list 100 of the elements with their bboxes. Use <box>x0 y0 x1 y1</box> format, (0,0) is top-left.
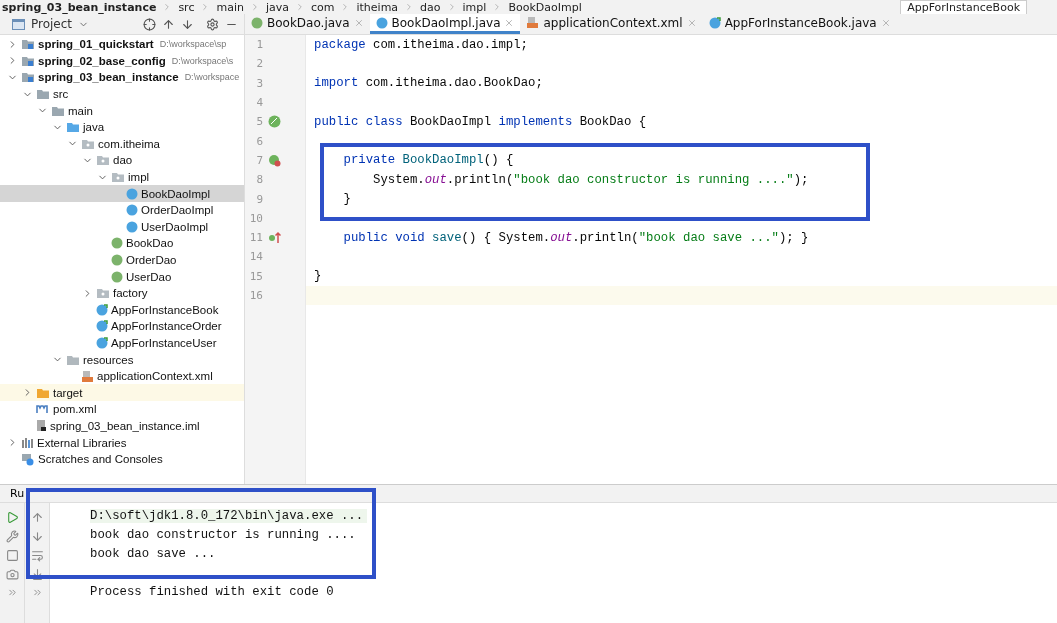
package-icon <box>81 137 95 150</box>
breadcrumb-item[interactable]: impl <box>462 0 487 14</box>
soft-wrap-icon[interactable] <box>30 549 44 562</box>
class-icon <box>375 16 388 29</box>
tree-item[interactable]: src <box>0 85 244 103</box>
line-number: 11 <box>248 231 263 245</box>
package-icon <box>96 287 110 300</box>
tree-item[interactable]: com.itheima <box>0 135 244 153</box>
override-icon[interactable] <box>267 231 281 245</box>
breadcrumb-item[interactable]: java <box>265 0 289 14</box>
play-icon[interactable] <box>5 511 19 524</box>
line-number: 8 <box>255 173 263 187</box>
folder-icon <box>66 121 80 134</box>
tree-item[interactable]: spring_01_quickstart D:\workspace\sp <box>0 36 244 53</box>
tree-item[interactable]: target <box>0 384 244 402</box>
tree-item[interactable]: External Libraries <box>0 434 244 451</box>
package-icon <box>111 171 125 184</box>
editor-tab[interactable]: applicationContext.xml <box>520 14 703 34</box>
tree-item[interactable]: OrderDaoImpl <box>0 201 244 219</box>
breadcrumb-item[interactable]: src <box>178 0 195 14</box>
line-number: 15 <box>248 269 263 283</box>
file-icon <box>36 419 47 433</box>
runnable-class-icon <box>708 16 721 29</box>
library-icon <box>21 436 34 449</box>
expand-all-icon[interactable] <box>162 17 175 31</box>
xml-file-icon <box>526 16 540 29</box>
breadcrumb-item[interactable]: dao <box>420 0 441 14</box>
close-icon[interactable] <box>504 17 515 28</box>
editor-tab[interactable]: BookDaoImpl.java <box>369 14 521 34</box>
editor-tab[interactable]: AppForInstanceBook.java <box>702 14 897 34</box>
settings-icon[interactable] <box>206 17 219 31</box>
implements-icon[interactable] <box>267 115 281 129</box>
line-number: 1 <box>255 38 263 52</box>
tree-item[interactable]: spring_02_base_config D:\workspace\s <box>0 52 244 70</box>
runnable-class-icon <box>96 320 108 333</box>
tree-item[interactable]: UserDaoImpl <box>0 218 244 236</box>
tree-item[interactable]: AppForInstanceOrder <box>0 318 244 335</box>
tree-item[interactable]: Scratches and Consoles <box>0 450 244 468</box>
locate-icon[interactable] <box>143 17 156 31</box>
stop-icon[interactable] <box>5 549 19 562</box>
breadcrumb-item[interactable]: com <box>311 0 335 14</box>
xml-file-icon <box>81 369 94 383</box>
package-icon <box>96 154 110 167</box>
project-panel-title[interactable]: Project <box>31 17 73 31</box>
tree-item[interactable]: main <box>0 102 244 119</box>
class-icon <box>126 187 138 200</box>
tree-item[interactable]: spring_03_bean_instance.iml <box>0 417 244 435</box>
tree-item[interactable]: BookDaoImpl <box>0 185 244 202</box>
wrench-icon[interactable] <box>5 530 19 543</box>
editor-tab[interactable]: BookDao.java <box>245 14 370 34</box>
close-icon[interactable] <box>880 17 891 28</box>
breadcrumb-item[interactable]: itheima <box>356 0 399 14</box>
scratches-icon <box>21 452 35 466</box>
run-configuration-dropdown[interactable]: AppForInstanceBook <box>900 0 1027 14</box>
folder-icon <box>36 386 50 399</box>
breadcrumb-item[interactable]: spring_03_bean_instance <box>2 0 157 14</box>
line-number: 10 <box>248 211 263 225</box>
tree-item[interactable]: UserDao <box>0 268 244 285</box>
breadcrumb-item[interactable]: main <box>216 0 244 14</box>
close-icon[interactable] <box>686 17 697 28</box>
console-line: Process finished with exit code 0 <box>90 585 335 600</box>
code-line: import com.itheima.dao.BookDao; <box>314 76 543 91</box>
line-number: 16 <box>248 289 263 302</box>
more-icon[interactable] <box>31 587 43 598</box>
more-icon[interactable] <box>6 587 18 598</box>
tree-item[interactable]: pom.xml <box>0 401 244 418</box>
line-number: 4 <box>255 96 263 110</box>
line-number: 14 <box>248 250 263 264</box>
runnable-class-icon <box>96 303 108 316</box>
tree-item[interactable]: spring_03_bean_instance D:\workspace <box>0 69 244 86</box>
code-line: } <box>342 192 351 206</box>
path-hint: D:\workspace <box>184 72 240 83</box>
tree-item[interactable]: OrderDao <box>0 251 244 269</box>
module-icon <box>21 71 35 84</box>
scroll-to-end-icon[interactable] <box>30 568 44 581</box>
path-hint: D:\workspace\s <box>171 55 234 66</box>
collapse-all-icon[interactable] <box>181 17 194 31</box>
folder-icon <box>66 353 80 366</box>
class-icon <box>126 220 138 233</box>
arrow-up-icon[interactable] <box>30 511 44 524</box>
module-icon <box>21 54 35 67</box>
method-icon[interactable] <box>267 153 281 167</box>
breadcrumb-item[interactable]: BookDaoImpl <box>508 0 582 14</box>
code-line: public class BookDaoImpl implements BookDao { <box>314 114 647 129</box>
run-panel-label: Ru <box>10 487 25 500</box>
close-icon[interactable] <box>353 17 364 28</box>
code-line: private BookDaoImpl() { <box>342 153 514 168</box>
tree-item[interactable]: resources <box>0 351 244 368</box>
tree-item[interactable]: AppForInstanceUser <box>0 334 244 352</box>
tree-item[interactable]: dao <box>0 152 244 169</box>
arrow-down-icon[interactable] <box>30 530 44 543</box>
separator-icon <box>295 2 305 12</box>
tree-item[interactable]: applicationContext.xml <box>0 367 244 385</box>
tree-item[interactable]: BookDao <box>0 235 244 252</box>
tree-item[interactable]: java <box>0 118 244 136</box>
tree-item[interactable]: impl <box>0 168 244 186</box>
tree-item[interactable]: factory <box>0 284 244 302</box>
camera-icon[interactable] <box>5 568 19 581</box>
tree-item[interactable]: AppForInstanceBook <box>0 301 244 319</box>
interface-icon <box>251 16 263 29</box>
